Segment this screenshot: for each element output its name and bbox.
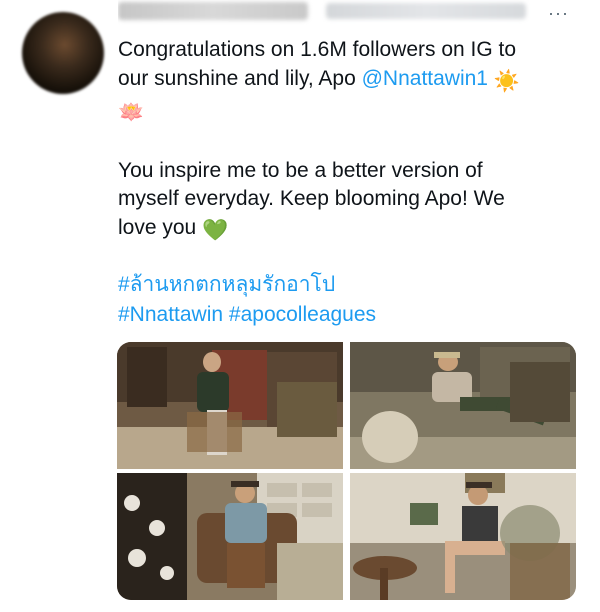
- sun-emoji-icon: ☀️: [493, 69, 520, 93]
- media-photo-2[interactable]: [350, 342, 576, 469]
- tweet-line-2-text: our sunshine and lily, Apo: [118, 66, 362, 90]
- tweet-para2-line-1: You inspire me to be a better version of: [118, 158, 483, 182]
- author-avatar[interactable]: [22, 12, 104, 94]
- media-photo-3[interactable]: [117, 473, 343, 600]
- tweet-line-3: 🪷: [118, 96, 578, 128]
- author-name-blurred[interactable]: [118, 2, 308, 20]
- green-heart-emoji-icon: 💚: [202, 218, 229, 242]
- hashtag-nnattawin[interactable]: #Nnattawin: [118, 303, 223, 326]
- hashtag-thai[interactable]: #ล้านหกตกหลุมรักอาโป: [118, 273, 335, 296]
- tweet-line-2: our sunshine and lily, Apo @Nnattawin1 ☀…: [118, 65, 578, 97]
- lotus-emoji-icon: 🪷: [118, 101, 145, 124]
- tweet-body: Congratulations on 1.6M followers on IG …: [118, 36, 578, 245]
- media-photo-4[interactable]: [350, 473, 576, 600]
- tweet-para2-line-3: love you 💚: [118, 214, 578, 246]
- hashtag-block: #ล้านหกตกหลุมรักอาโป #Nnattawin #apocoll…: [118, 270, 376, 330]
- more-options-icon[interactable]: ···: [548, 4, 569, 22]
- tweet-para2-line-3-text: love you: [118, 215, 197, 239]
- hashtag-apocolleagues[interactable]: #apocolleagues: [229, 303, 376, 326]
- tweet-line-1: Congratulations on 1.6M followers on IG …: [118, 38, 517, 61]
- mention-link[interactable]: @Nnattawin1: [362, 67, 488, 90]
- tweet-para2-line-2: myself everyday. Keep blooming Apo! We: [118, 187, 505, 210]
- media-grid: [117, 342, 576, 600]
- author-handle-blurred[interactable]: [326, 3, 526, 19]
- media-photo-1[interactable]: [117, 342, 343, 469]
- tweet-header: [118, 0, 586, 28]
